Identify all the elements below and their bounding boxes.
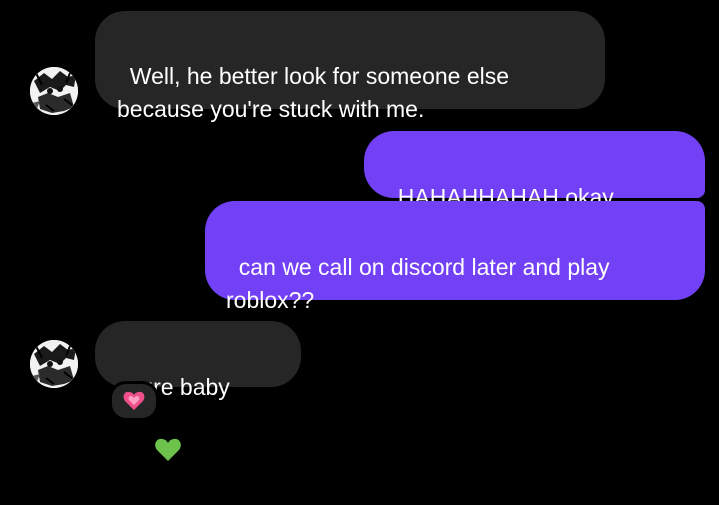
message-bubble-incoming[interactable]: sure baby [95, 321, 301, 461]
manga-avatar-icon [30, 340, 78, 388]
message-text: Well, he better look for someone else be… [117, 63, 516, 122]
manga-avatar-icon [30, 67, 78, 115]
growing-heart-icon [123, 390, 145, 417]
contact-avatar[interactable] [30, 340, 78, 388]
message-bubble-outgoing[interactable]: HAHAHHAHAH okay [364, 131, 705, 275]
message-reaction[interactable] [109, 381, 159, 421]
message-bubble-outgoing[interactable]: can we call on discord later and play ro… [205, 201, 705, 313]
message-bubble-incoming[interactable]: Well, he better look for someone else be… [95, 11, 605, 122]
contact-avatar[interactable] [30, 67, 78, 115]
